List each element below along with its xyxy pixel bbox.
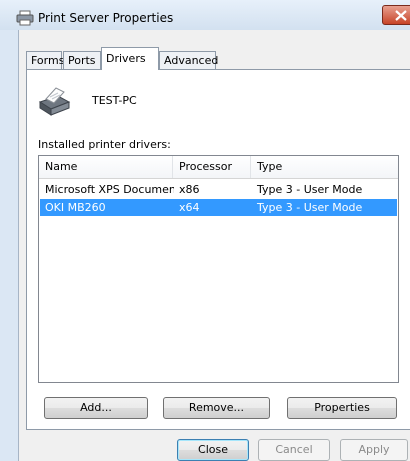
tab-forms[interactable]: Forms	[26, 51, 65, 69]
properties-button[interactable]: Properties	[287, 397, 397, 419]
driver-name: OKI MB260	[45, 201, 106, 214]
driver-row[interactable]: Microsoft XPS Documen… x86 Type 3 - User…	[40, 181, 397, 198]
driver-type: Type 3 - User Mode	[257, 201, 363, 214]
driver-processor: x86	[179, 183, 200, 196]
installed-drivers-list[interactable]: Name Processor Type Microsoft XPS Docume…	[38, 155, 399, 383]
tab-label: Ports	[68, 54, 96, 67]
window-close-button[interactable]	[382, 5, 410, 25]
column-header-processor[interactable]: Processor	[173, 156, 251, 178]
tab-advanced[interactable]: Advanced	[159, 51, 219, 69]
tab-label: Advanced	[164, 54, 219, 67]
printer-icon	[16, 10, 34, 26]
close-icon	[395, 10, 407, 21]
driver-row[interactable]: OKI MB260 x64 Type 3 - User Mode	[40, 199, 397, 216]
server-name: TEST-PC	[92, 94, 137, 107]
driver-processor: x64	[179, 201, 200, 214]
title-bar[interactable]: Print Server Properties	[0, 0, 410, 30]
installed-drivers-label: Installed printer drivers:	[38, 138, 171, 151]
window-title: Print Server Properties	[38, 11, 174, 25]
cancel-button[interactable]: Cancel	[258, 439, 330, 461]
list-header: Name Processor Type	[39, 156, 398, 179]
close-button[interactable]: Close	[177, 439, 249, 461]
tab-drivers[interactable]: Drivers	[101, 47, 159, 70]
driver-type: Type 3 - User Mode	[257, 183, 363, 196]
remove-button[interactable]: Remove...	[163, 397, 270, 419]
column-header-name[interactable]: Name	[39, 156, 173, 178]
tab-label: Drivers	[106, 52, 146, 65]
column-header-type[interactable]: Type	[251, 156, 398, 178]
apply-button[interactable]: Apply	[340, 439, 408, 461]
driver-name: Microsoft XPS Documen…	[45, 183, 174, 196]
tab-label: Forms	[31, 54, 65, 67]
add-button[interactable]: Add...	[44, 397, 148, 419]
print-server-computer-icon	[36, 84, 72, 118]
tab-ports[interactable]: Ports	[63, 51, 101, 69]
